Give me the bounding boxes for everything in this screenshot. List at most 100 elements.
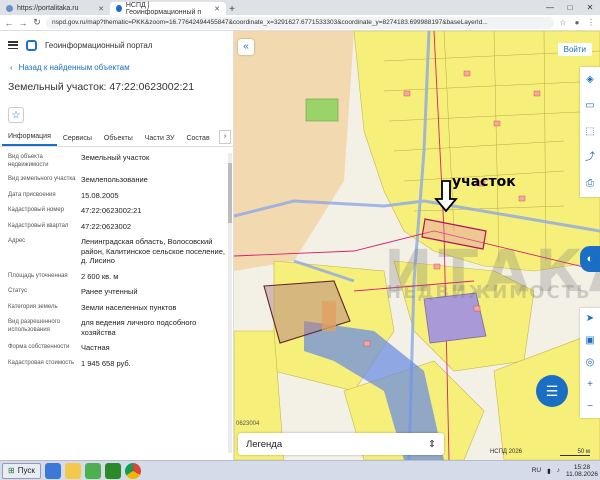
ie-icon[interactable] <box>44 462 61 479</box>
legend-dropdown[interactable]: Легенда ⇕ <box>238 433 444 455</box>
favorite-star-button[interactable]: ☆ <box>8 107 24 123</box>
chevron-right-icon[interactable]: › <box>219 130 231 144</box>
browser-tabbar: https://portalitaka.ru ✕ НСПД | Геоинфор… <box>0 0 600 16</box>
property-row: Площадь уточненная 2 600 кв. м <box>8 272 225 282</box>
browser-tab-portalitaka[interactable]: https://portalitaka.ru ✕ <box>0 2 110 15</box>
url-text: nspd.gov.ru/map?thematic=PKK&zoom=16.776… <box>52 19 488 26</box>
tab-parts[interactable]: Части ЗУ <box>139 135 181 146</box>
maximize-icon[interactable]: □ <box>560 3 580 12</box>
property-value: Ленинградская область, Волосовский район… <box>81 237 225 265</box>
new-tab-button[interactable]: + <box>226 4 238 15</box>
windows-logo-icon: ⊞ <box>8 466 15 475</box>
copyright-text: НСПД 2026 <box>489 449 522 455</box>
zoom-out-icon[interactable]: − <box>580 396 600 418</box>
map-tools-top: ◈ ▭ ⬚ ⤴ ⎙ <box>580 67 600 197</box>
tab-composition[interactable]: Состав <box>180 135 215 146</box>
property-row: Кадастровый квартал 47:22:0623002 <box>8 222 225 232</box>
property-key: Вид земельного участка <box>8 176 76 182</box>
tab-objects[interactable]: Объекты <box>98 135 139 146</box>
media-icon[interactable] <box>84 462 101 479</box>
property-row: Вид объекта недвижимости Земельный участо… <box>8 153 225 169</box>
chevron-left-icon: ‹ <box>10 62 13 72</box>
star-bookmark-icon[interactable]: ☆ <box>558 18 568 27</box>
start-label: Пуск <box>17 466 35 475</box>
property-value: 15.08.2005 <box>81 190 119 200</box>
forward-arrow-icon[interactable]: → <box>18 18 28 28</box>
login-button[interactable]: Войти <box>557 43 592 56</box>
reload-icon[interactable]: ↻ <box>32 17 42 28</box>
info-panel-toggle-icon[interactable]: ◐ <box>580 246 600 272</box>
property-row: Категория земель Земли населенных пунктов <box>8 303 225 313</box>
share-icon[interactable]: ⤴ <box>580 145 600 171</box>
folder-icon[interactable] <box>64 462 81 479</box>
property-key: Вид объекта недвижимости <box>8 154 49 168</box>
map-scale: 50 м <box>560 449 590 456</box>
geolocation-icon[interactable]: ◎ <box>580 352 600 374</box>
property-row: Адрес Ленинградская область, Волосовский … <box>8 237 225 266</box>
start-button[interactable]: ⊞ Пуск <box>2 462 41 479</box>
property-value: 47:22:0623002:21 <box>81 206 142 215</box>
property-value: Землепользование <box>81 175 148 184</box>
taskbar: ⊞ Пуск RU ▮ ♪ 15:28 11.08.2026 <box>0 460 600 480</box>
close-icon[interactable]: ✕ <box>214 5 220 13</box>
zoom-in-icon[interactable]: + <box>580 374 600 396</box>
close-icon[interactable]: ✕ <box>98 5 104 13</box>
select-area-icon[interactable]: ⬚ <box>580 119 600 145</box>
property-row: Кадастровая стоимость 1 945 658 руб. <box>8 359 225 369</box>
minimize-icon[interactable]: — <box>540 3 560 12</box>
globe-icon <box>6 5 13 12</box>
volume-icon[interactable]: ♪ <box>557 467 560 474</box>
browser-addressbar: ← → ↻ nspd.gov.ru/map?thematic=PKK&zoom=… <box>0 15 600 31</box>
network-icon[interactable]: ▮ <box>547 467 551 475</box>
print-icon[interactable]: ⎙ <box>580 171 600 197</box>
tab-services[interactable]: Сервисы <box>57 135 98 146</box>
tab-title: НСПД | Геоинформационный п <box>125 1 202 16</box>
excel-icon[interactable] <box>104 462 121 479</box>
property-value: 2 600 кв. м <box>81 271 119 281</box>
property-value: для ведения личного подсобного хозяйства <box>81 318 197 337</box>
info-tabs: Информация Сервисы Объекты Части ЗУ Сост… <box>0 129 233 147</box>
map-view[interactable]: ИТАКА НЕДВИЖИМОСТЬ участок « Войти ◈ ▭ ⬚… <box>234 31 600 460</box>
property-key: Кадастровый номер <box>8 207 65 213</box>
close-window-icon[interactable]: ✕ <box>580 3 600 12</box>
locate-icon[interactable]: ➤ <box>580 308 600 330</box>
profile-icon[interactable]: ● <box>572 18 582 27</box>
clock-date: 11.08.2026 <box>565 470 598 478</box>
properties-list: Вид объекта недвижимости Земельный участо… <box>0 147 233 368</box>
info-panel: Геоинформационный портал ‹ Назад к найде… <box>0 31 234 460</box>
back-link-label: Назад к найденным объектам <box>18 62 130 72</box>
panel-scrollbar[interactable] <box>228 153 232 453</box>
ruler-icon[interactable]: ▭ <box>580 93 600 119</box>
layers-icon[interactable]: ◈ <box>580 67 600 93</box>
parcel-title: Земельный участок: 47:22:0623002:21 <box>8 81 195 93</box>
property-row: Кадастровый номер 47:22:0623002:21 <box>8 206 225 216</box>
property-key: Адрес <box>8 238 26 244</box>
chrome-icon[interactable] <box>124 462 141 479</box>
property-value: Частная <box>81 343 110 352</box>
back-to-results-link[interactable]: ‹ Назад к найденным объектам <box>0 59 233 75</box>
menu-dots-icon[interactable]: ⋮ <box>586 18 596 27</box>
property-row: Статус Ранее учтенный <box>8 287 225 297</box>
chevron-updown-icon: ⇕ <box>428 438 436 450</box>
property-key: Вид разрешенного использования <box>8 319 61 333</box>
chat-assistant-button[interactable]: ☰ <box>536 375 568 407</box>
back-arrow-icon[interactable]: ← <box>4 18 14 28</box>
clock-time: 15:28 <box>573 463 591 471</box>
browser-tab-nspd[interactable]: НСПД | Геоинформационный п ✕ <box>110 1 226 16</box>
parcel-annotation-label: участок <box>452 174 516 190</box>
tab-title: https://portalitaka.ru <box>17 5 79 12</box>
property-key: Статус <box>8 288 27 294</box>
hamburger-menu-icon[interactable] <box>8 41 18 49</box>
portal-title: Геоинформационный портал <box>45 40 153 50</box>
portal-logo-icon <box>26 39 37 51</box>
language-indicator[interactable]: RU <box>532 467 541 474</box>
map-tools-bottom: ➤ ▣ ◎ + − <box>580 308 600 418</box>
collapse-panel-button[interactable]: « <box>238 39 254 55</box>
url-field[interactable]: nspd.gov.ru/map?thematic=PKK&zoom=16.776… <box>46 16 554 29</box>
property-key: Кадастровый квартал <box>8 222 69 229</box>
property-key: Дата присвоения <box>8 191 56 198</box>
nspd-favicon-icon <box>116 5 122 12</box>
basemap-icon[interactable]: ▣ <box>580 330 600 352</box>
clock[interactable]: 15:28 11.08.2026 <box>566 464 598 478</box>
tab-info[interactable]: Информация <box>2 133 57 146</box>
